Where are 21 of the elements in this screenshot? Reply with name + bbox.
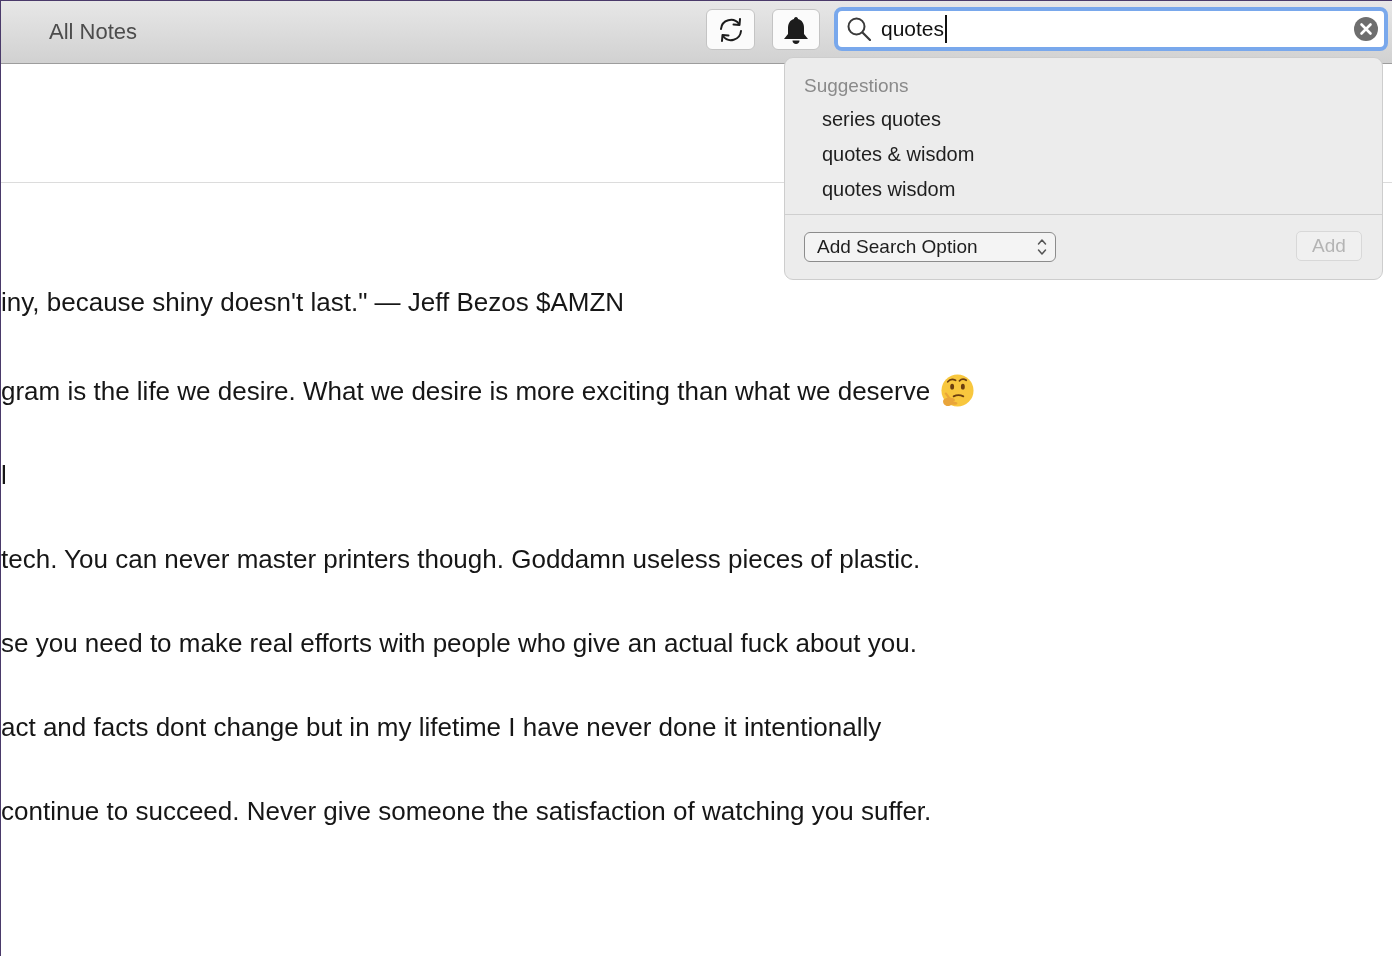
bell-icon [783, 15, 809, 44]
search-option-dropdown[interactable]: Add Search Option [804, 232, 1056, 262]
up-down-chevron-icon [1037, 238, 1047, 256]
note-line: tech. You can never master printers though. Goddamn useless pieces of plastic. [1, 543, 921, 575]
text-caret [945, 15, 948, 43]
note-line: gram is the life we desire. What we desire is more exciting than what we deserve [1, 375, 931, 407]
notification-button[interactable] [772, 9, 820, 50]
suggestion-item[interactable]: quotes & wisdom [822, 137, 975, 172]
note-line: se you need to make real efforts with people who give an actual fuck about you. [1, 627, 917, 659]
suggestion-item[interactable]: quotes wisdom [822, 172, 956, 207]
suggestions-heading: Suggestions [804, 74, 909, 98]
note-line: continue to succeed. Never give someone the satisfaction of watching you suffer. [1, 795, 932, 827]
clear-icon[interactable] [1354, 17, 1378, 41]
suggestion-item[interactable]: series quotes [822, 102, 941, 137]
note-line: iny, because shiny doesn't last." — Jeff Bezos $AMZN [1, 286, 625, 318]
search-icon [847, 17, 871, 41]
search-field[interactable]: quotes [834, 7, 1388, 51]
note-line: act and facts dont change but in my lifetime I have never done it intentionally [1, 711, 882, 743]
toolbar-title: All Notes [49, 18, 138, 46]
note-line: l [1, 459, 7, 491]
sync-button[interactable] [706, 9, 755, 50]
